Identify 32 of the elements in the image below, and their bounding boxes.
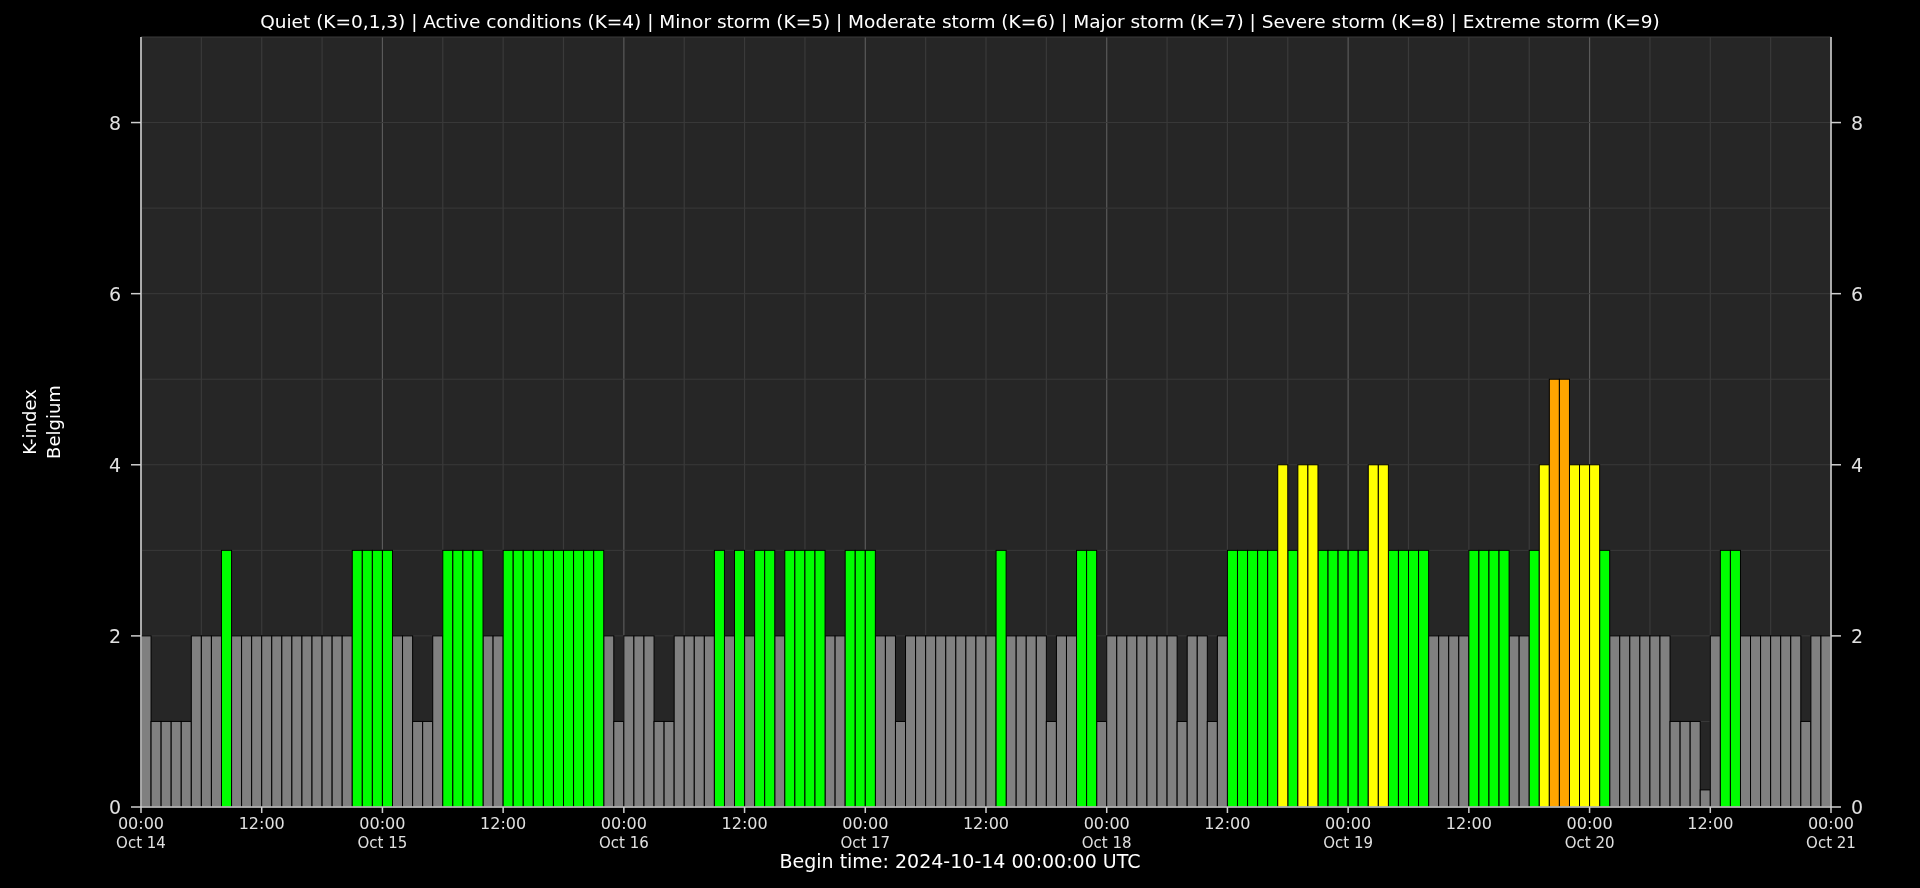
tick-label: 00:00 [1083,814,1130,833]
tick-label: 00:00 [1566,814,1613,833]
tick-label: Oct 15 [357,834,408,852]
tick-label: 4 [108,453,121,476]
tick-label: 00:00 [1325,814,1372,833]
tick-label: 12:00 [1687,814,1734,833]
axis-title: K-index Belgium [19,385,64,459]
tick-label: Oct 18 [1081,834,1132,852]
tick-label: Oct 14 [116,834,166,852]
tick-label: Oct 19 [1323,834,1374,852]
tick-label: 8 [108,111,121,134]
tick-label: 2 [1851,624,1864,647]
tick-label: 12:00 [721,814,768,833]
tick-label: 00:00 [359,814,406,833]
tick-label: 12:00 [1204,814,1251,833]
tick-label: Oct 17 [840,834,891,852]
tick-label: Oct 21 [1806,834,1856,852]
tick-label: 2 [108,624,121,647]
tick-label: 00:00 [842,814,889,833]
tick-label: 12:00 [1445,814,1492,833]
chart-title: Quiet (K=0,1,3) | Active conditions (K=4) | Minor storm (K=5) | Moderate storm (K=6) | Major storm (K=7) | Severe storm (K=8) | Extreme storm (K=9) [260,11,1660,32]
tick-label: 4 [1851,453,1864,476]
tick-label: 12:00 [238,814,285,833]
tick-label: 6 [1851,282,1864,305]
tick-label: Oct 16 [598,834,649,852]
tick-label: 12:00 [480,814,527,833]
tick-label: 12:00 [962,814,1010,833]
tick-label: 8 [1851,111,1864,134]
tick-label: Oct 20 [1564,834,1615,852]
tick-label: 6 [108,282,121,305]
tick-label: 00:00 [600,814,647,833]
axis-title: Begin time: 2024-10-14 00:00:00 UTC [779,850,1141,872]
